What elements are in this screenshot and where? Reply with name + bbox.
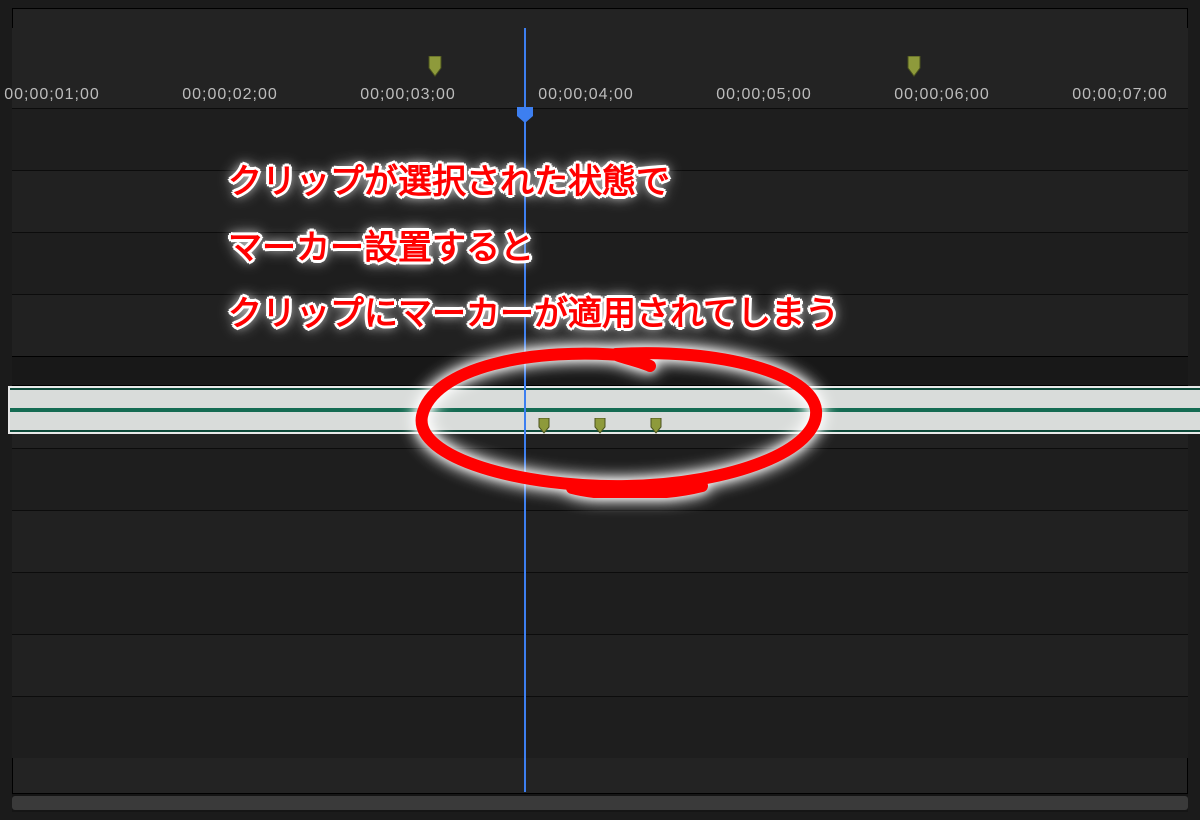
time-ruler[interactable]: 00;00;01;0000;00;02;0000;00;03;0000;00;0… (12, 28, 1188, 109)
timecode-label: 00;00;04;00 (538, 86, 634, 104)
playhead[interactable] (524, 28, 526, 792)
timecode-label: 00;00;05;00 (716, 86, 812, 104)
annotation-text: クリップにマーカーが適用されてしまう (228, 284, 839, 345)
annotation-text: クリップが選択された状態で (228, 152, 670, 213)
timecode-label: 00;00;01;00 (4, 86, 100, 104)
audio-track[interactable] (12, 634, 1188, 696)
clip-marker-icon[interactable] (538, 418, 550, 434)
annotation-text: マーカー設置すると (228, 218, 534, 279)
timeline-panel: 00;00;01;00 00;00;02;00 00;00;03;00 00;00;0… (0, 0, 1200, 820)
audio-track[interactable] (12, 448, 1188, 510)
scrollbar-thumb[interactable] (12, 796, 1188, 810)
sequence-marker-icon[interactable] (906, 56, 922, 78)
audio-track[interactable] (12, 572, 1188, 634)
playhead-handle-icon[interactable] (516, 106, 534, 124)
clip-marker-icon[interactable] (594, 418, 606, 434)
sequence-marker-icon[interactable] (427, 56, 443, 78)
audio-track[interactable] (12, 510, 1188, 572)
sequence-marker-lane (12, 28, 1188, 78)
horizontal-scrollbar[interactable] (12, 793, 1188, 812)
track-divider (12, 356, 1188, 386)
timeline-inner: 00;00;01;0000;00;02;0000;00;03;0000;00;0… (12, 8, 1188, 812)
clip-marker-icon[interactable] (650, 418, 662, 434)
waveform (10, 390, 1200, 408)
timecode-label: 00;00;06;00 (894, 86, 990, 104)
audio-clip[interactable] (8, 386, 1200, 434)
timecode-label: 00;00;07;00 (1072, 86, 1168, 104)
timecode-label: 00;00;02;00 (182, 86, 278, 104)
audio-track[interactable] (12, 696, 1188, 758)
timecode-label: 00;00;03;00 (360, 86, 456, 104)
